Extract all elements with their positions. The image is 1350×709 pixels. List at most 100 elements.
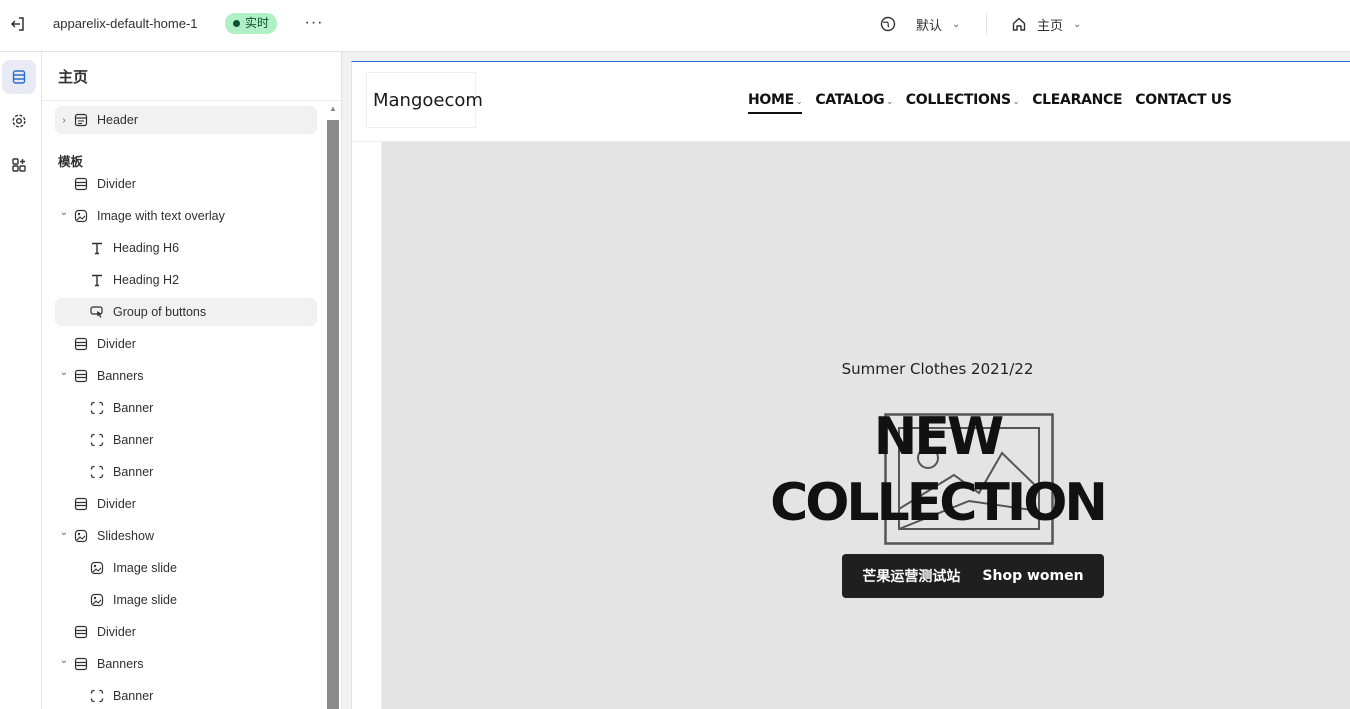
divider-icon: [73, 656, 89, 672]
sidebar-item[interactable]: ⌄ Image with text overlay: [55, 202, 317, 230]
hero-heading: NEW COLLECTION: [352, 404, 1350, 536]
sidebar-item[interactable]: ⌄ Slideshow: [55, 522, 317, 550]
chevron-down-icon: ⌄: [1073, 18, 1082, 30]
sidebar-title: 主页: [58, 69, 89, 86]
sidebar-item-label: Banners: [97, 369, 144, 383]
nav-item-label: CONTACT US: [1135, 92, 1232, 108]
button-label-chinese: 芒果运营测试站: [862, 569, 961, 585]
theme-settings-tab[interactable]: [2, 104, 36, 138]
live-status-badge: 实时: [225, 13, 278, 34]
icon-rail: [0, 52, 42, 709]
hero-heading-line-2: COLLECTION: [770, 473, 1108, 533]
text-icon: [89, 240, 105, 256]
sidebar-item-label: Group of buttons: [113, 305, 207, 319]
sidebar-item[interactable]: Divider: [55, 330, 317, 358]
shop-women-button[interactable]: 芒果运营测试站 Shop women: [842, 554, 1104, 598]
top-bar: apparelix-default-home-1 实时 ··· 默认 ⌄ 主页 …: [0, 0, 1350, 52]
nav-item-clearance[interactable]: CLEARANCE: [1032, 92, 1122, 114]
sidebar-item[interactable]: Heading H2: [55, 266, 317, 294]
nav-item-catalog[interactable]: CATALOG ⌄: [815, 92, 893, 114]
sidebar-item-label: Banners: [97, 657, 144, 671]
nav-item-collections[interactable]: COLLECTIONS ⌄: [905, 92, 1020, 114]
sidebar-item-label: Banner: [113, 465, 154, 479]
sidebar-item-label: Heading H6: [113, 241, 180, 255]
chevron-down-icon: ⌄: [952, 18, 961, 30]
language-selector[interactable]: 默认 ⌄: [880, 13, 960, 35]
sidebar-item-label: Header: [97, 113, 138, 127]
text-icon: [89, 272, 105, 288]
sidebar-item-label: Image with text overlay: [97, 209, 225, 223]
chevron-down-icon[interactable]: ⌄: [55, 368, 73, 378]
apps-icon: [12, 158, 26, 172]
image-text-icon: [73, 208, 89, 224]
store-logo[interactable]: Mangoecom: [373, 90, 483, 111]
sections-sidebar: 主页 › Header 模板 Divider ⌄ Image with text o…: [42, 52, 342, 709]
exit-icon[interactable]: [8, 14, 28, 34]
frame-icon: [89, 464, 105, 480]
sidebar-item[interactable]: Group of buttons: [55, 298, 317, 326]
sidebar-divider: [42, 100, 341, 101]
image-with-text-overlay[interactable]: Summer Clothes 2021/22 NEW COLLECTION 芒果…: [382, 142, 1350, 709]
chevron-down-icon: ⌄: [795, 97, 803, 106]
frame-icon: [89, 400, 105, 416]
frame-icon: [89, 432, 105, 448]
sidebar-item[interactable]: Divider: [55, 490, 317, 518]
sidebar-item[interactable]: Image slide: [55, 586, 317, 614]
sidebar-item[interactable]: Banner: [55, 426, 317, 454]
sidebar-scrollbar[interactable]: ▲: [327, 104, 339, 709]
sidebar-item[interactable]: Banner: [55, 682, 317, 709]
nav-item-home[interactable]: HOME ⌄: [748, 92, 803, 114]
site-header[interactable]: Mangoecom HOME ⌄ CATALOG ⌄ COLLECTIONS ⌄ CLEAR…: [352, 62, 1350, 142]
nav-item-label: CLEARANCE: [1032, 92, 1123, 108]
topbar-divider: [986, 14, 987, 34]
sidebar-item-header[interactable]: › Header: [55, 106, 317, 134]
nav-item-label: COLLECTIONS: [905, 92, 1011, 108]
page-label: 主页: [1037, 17, 1064, 33]
sections-tab[interactable]: [2, 60, 36, 94]
divider-icon: [73, 176, 89, 192]
sidebar-item[interactable]: Banner: [55, 458, 317, 486]
sidebar-item[interactable]: ⌄ Banners: [55, 650, 317, 678]
frame-icon: [89, 688, 105, 704]
divider-icon: [73, 624, 89, 640]
sidebar-item[interactable]: Divider: [55, 170, 317, 198]
language-label: 默认: [916, 17, 943, 33]
sidebar-item[interactable]: Banner: [55, 394, 317, 422]
divider-icon: [73, 368, 89, 384]
main-navigation: HOME ⌄ CATALOG ⌄ COLLECTIONS ⌄ CLEARANCE CONTAC…: [748, 92, 1232, 114]
chevron-down-icon[interactable]: ⌄: [55, 656, 73, 666]
sidebar-item-label: Divider: [97, 177, 136, 191]
nav-item-label: HOME: [748, 92, 794, 108]
hero-subtitle: Summer Clothes 2021/22: [841, 360, 1034, 378]
gear-icon: [12, 114, 26, 128]
button-cursor-icon: [89, 304, 105, 320]
sidebar-item-label: Image slide: [113, 561, 177, 575]
sidebar-item-label: Banner: [113, 401, 154, 415]
image-icon: [89, 560, 105, 576]
chevron-right-icon[interactable]: ›: [55, 115, 73, 126]
theme-name: apparelix-default-home-1: [53, 16, 198, 31]
sidebar-item[interactable]: Heading H6: [55, 234, 317, 262]
chevron-down-icon[interactable]: ⌄: [55, 208, 73, 218]
hero-heading-line-1: NEW: [873, 407, 1004, 467]
sidebar-item-label: Divider: [97, 337, 136, 351]
page-selector[interactable]: 主页 ⌄: [1011, 13, 1081, 35]
divider-icon: [73, 496, 89, 512]
more-actions-button[interactable]: ···: [302, 11, 326, 35]
globe-icon: [880, 16, 896, 32]
sidebar-item-label: Divider: [97, 497, 136, 511]
sidebar-item[interactable]: Divider: [55, 618, 317, 646]
sidebar-item-label: Image slide: [113, 593, 177, 607]
chevron-down-icon: ⌄: [1012, 97, 1020, 106]
sidebar-item[interactable]: ⌄ Banners: [55, 362, 317, 390]
sidebar-item[interactable]: Image slide: [55, 554, 317, 582]
button-label: Shop women: [982, 568, 1084, 584]
divider-icon: [73, 336, 89, 352]
sections-icon: [12, 70, 26, 84]
chevron-down-icon[interactable]: ⌄: [55, 528, 73, 538]
apps-tab[interactable]: [2, 148, 36, 182]
scroll-up-icon[interactable]: ▲: [329, 104, 337, 113]
nav-item-contact-us[interactable]: CONTACT US: [1135, 92, 1232, 114]
sidebar-item-label: Heading H2: [113, 273, 180, 287]
scrollbar-thumb[interactable]: [327, 120, 339, 709]
